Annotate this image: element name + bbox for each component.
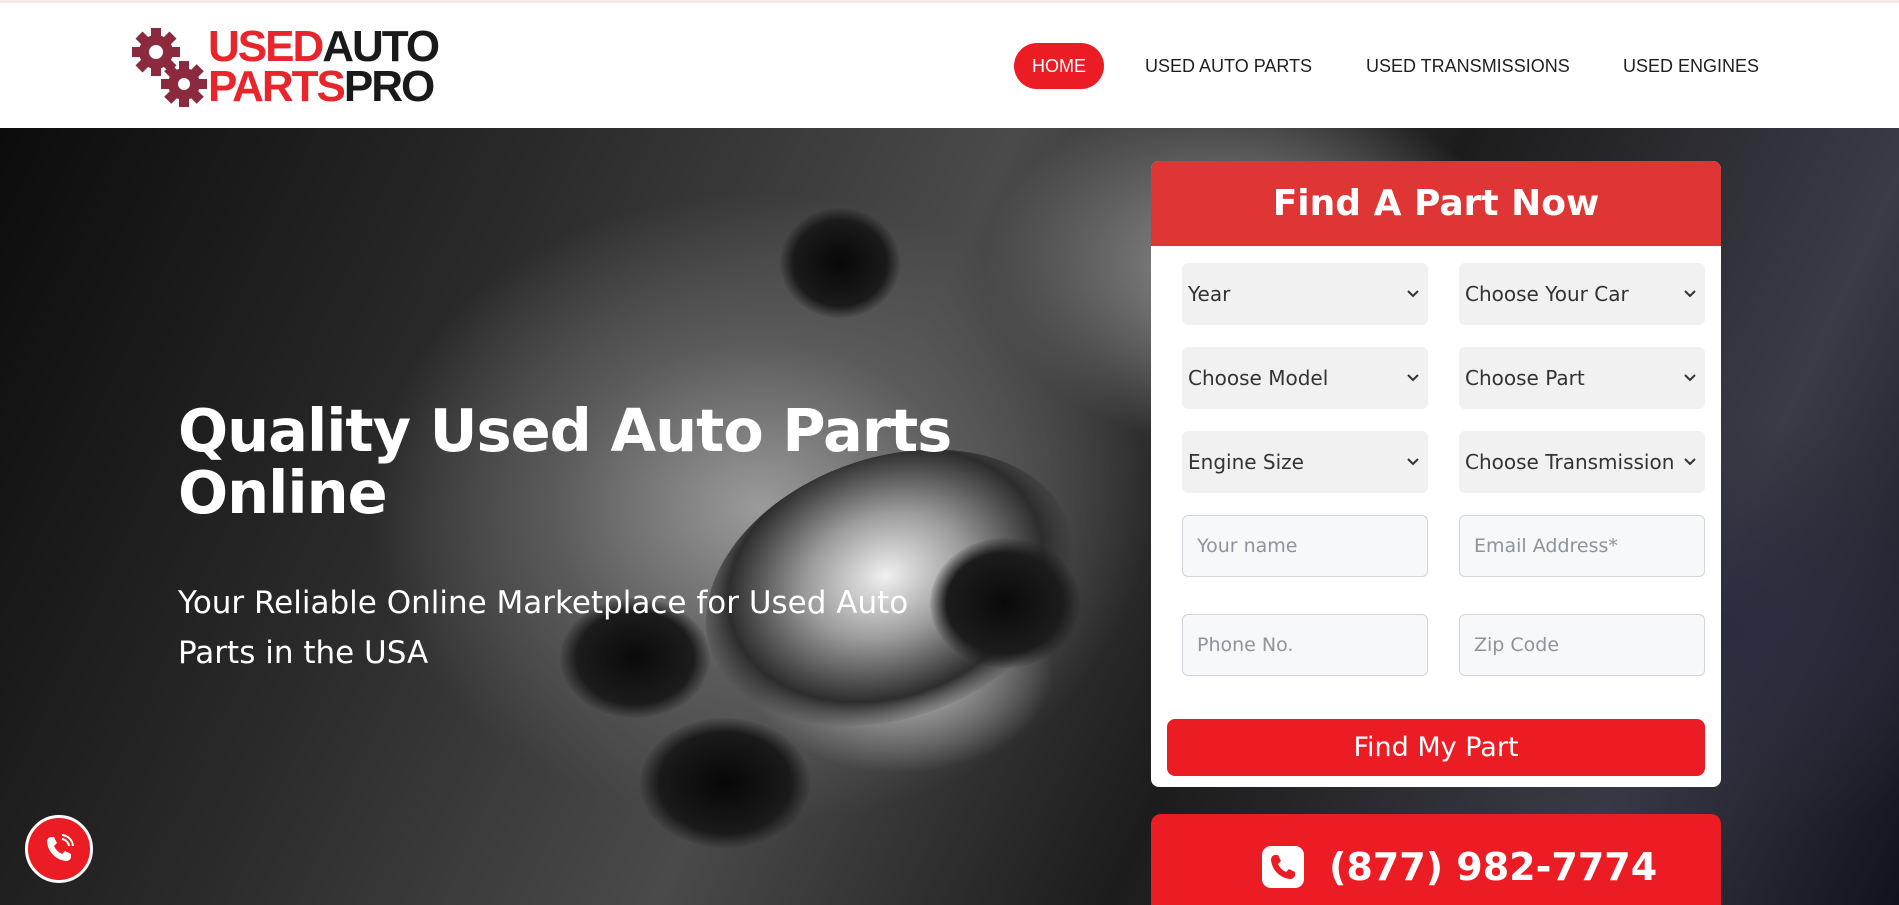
name-input-placeholder: Your name [1197,535,1298,557]
engine-size-select-value: Engine Size [1188,450,1304,474]
part-select-value: Choose Part [1465,366,1585,390]
zip-input[interactable]: Zip Code [1459,614,1705,676]
nav-used-auto-parts[interactable]: USED AUTO PARTS [1145,43,1312,89]
hero-title: Quality Used Auto Parts Online [178,396,952,527]
chevron-down-icon [1684,290,1696,298]
site-logo[interactable]: USEDAUTO PARTSPRO [128,23,478,115]
nav-home[interactable]: HOME [1014,43,1104,89]
email-input-placeholder: Email Address* [1474,535,1618,557]
logo-wordmark: USEDAUTO PARTSPRO [208,25,440,109]
model-select[interactable]: Choose Model [1182,347,1428,409]
hero-background-hole [780,208,900,318]
email-input[interactable]: Email Address* [1459,515,1705,577]
chevron-down-icon [1684,374,1696,382]
phone-icon [1262,846,1304,888]
find-my-part-button[interactable]: Find My Part [1167,719,1705,776]
year-select[interactable]: Year [1182,263,1428,325]
chevron-down-icon [1407,374,1419,382]
transmission-select[interactable]: Choose Transmission [1459,431,1705,493]
part-select[interactable]: Choose Part [1459,347,1705,409]
phone-call-banner[interactable]: (877) 982-7774 [1151,814,1721,905]
find-part-form: Find A Part Now Year Choose Your Car Cho… [1151,161,1721,787]
chevron-down-icon [1407,458,1419,466]
zip-input-placeholder: Zip Code [1474,634,1560,656]
logo-pro: PRO [343,62,435,111]
nav-used-transmissions[interactable]: USED TRANSMISSIONS [1366,43,1570,89]
form-heading: Find A Part Now [1151,161,1721,246]
floating-call-button[interactable] [25,815,93,883]
phone-icon [47,834,74,861]
chevron-down-icon [1407,290,1419,298]
phone-input[interactable]: Phone No. [1182,614,1428,676]
chevron-down-icon [1684,458,1696,466]
engine-size-select[interactable]: Engine Size [1182,431,1428,493]
gears-icon [132,28,207,107]
car-select-value: Choose Your Car [1465,282,1629,306]
hero-subtitle: Your Reliable Online Marketplace for Use… [178,585,909,671]
logo-parts: PARTS [208,62,346,111]
hero-background-hole [640,718,810,848]
transmission-select-value: Choose Transmission [1465,450,1675,474]
name-input[interactable]: Your name [1182,515,1428,577]
site-header: USEDAUTO PARTSPRO HOME USED AUTO PARTS U… [0,3,1899,128]
phone-input-placeholder: Phone No. [1197,634,1294,656]
phone-number: (877) 982-7774 [1329,845,1658,889]
nav-used-engines[interactable]: USED ENGINES [1623,43,1759,89]
year-select-value: Year [1188,282,1231,306]
car-select[interactable]: Choose Your Car [1459,263,1705,325]
model-select-value: Choose Model [1188,366,1329,390]
